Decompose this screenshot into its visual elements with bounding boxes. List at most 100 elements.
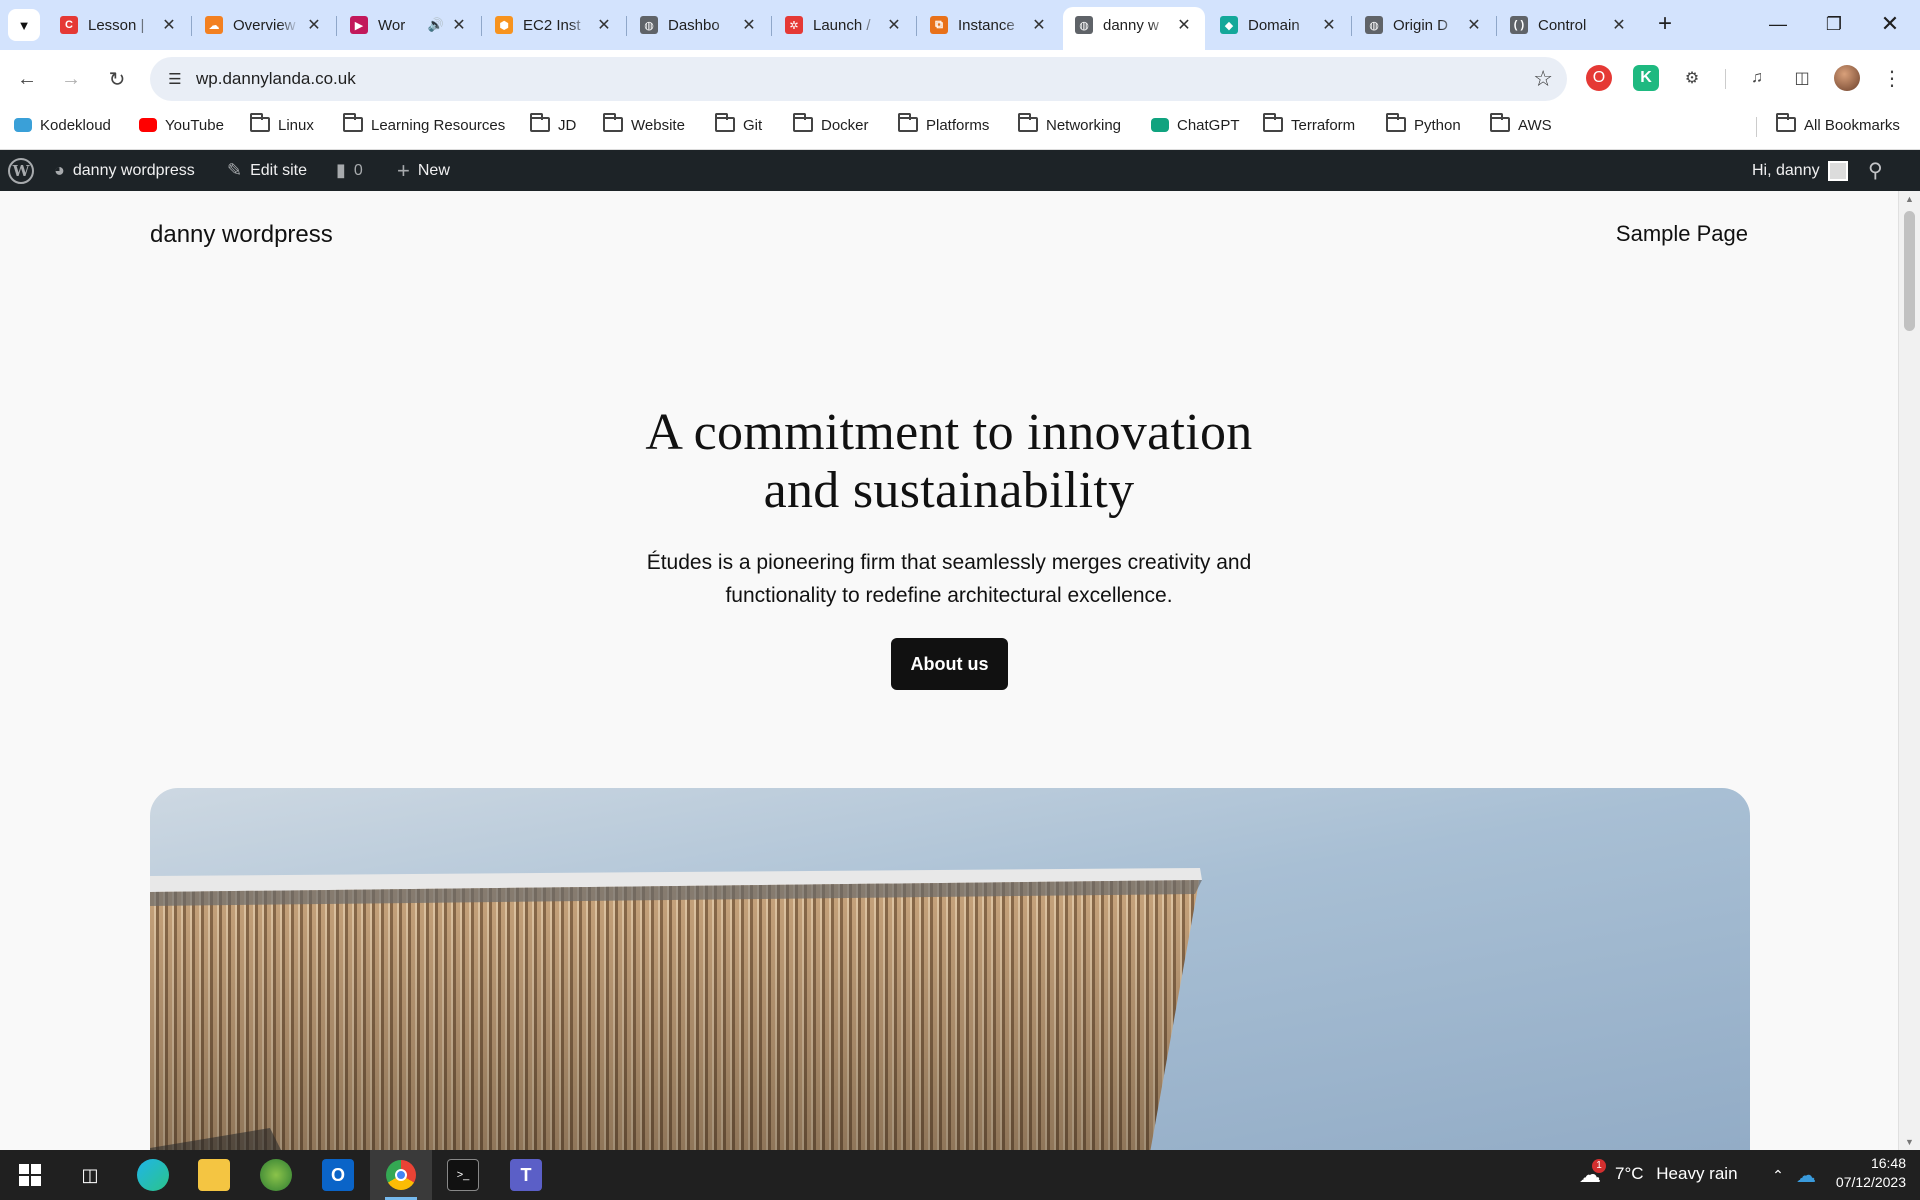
weather-temperature[interactable]: 7°C Heavy rain bbox=[1615, 1164, 1738, 1184]
close-tab-icon[interactable]: ✕ bbox=[450, 16, 468, 34]
folder-icon bbox=[898, 113, 918, 133]
bookmark-youtube[interactable]: YouTube bbox=[139, 108, 224, 142]
bookmark-star-icon[interactable]: ☆ bbox=[1533, 66, 1553, 92]
about-us-button[interactable]: About us bbox=[891, 638, 1008, 690]
kodekloud-extension-icon[interactable]: K bbox=[1633, 65, 1659, 91]
bookmark-learning-resources[interactable]: Learning Resources bbox=[343, 108, 505, 142]
close-tab-icon[interactable]: ✕ bbox=[1610, 16, 1628, 34]
bookmark-git[interactable]: Git bbox=[715, 108, 762, 142]
scroll-down-icon[interactable]: ▼ bbox=[1904, 1137, 1915, 1147]
browser-tab[interactable]: ◍ Origin D ✕ bbox=[1353, 7, 1495, 43]
tab-title: Lesson | bbox=[88, 16, 145, 34]
opera-extension-icon[interactable]: O bbox=[1586, 65, 1612, 91]
browser-menu-icon[interactable]: ⋮ bbox=[1879, 65, 1905, 91]
close-tab-icon[interactable]: ✕ bbox=[1030, 16, 1048, 34]
wp-logo-menu[interactable]: W bbox=[8, 150, 34, 191]
bookmark-aws[interactable]: AWS bbox=[1490, 108, 1552, 142]
browser-tab[interactable]: ◍ Dashbo ✕ bbox=[628, 7, 770, 43]
bookmark-chatgpt[interactable]: ChatGPT bbox=[1151, 108, 1240, 142]
close-tab-icon[interactable]: ✕ bbox=[885, 16, 903, 34]
browser-tab[interactable]: ✲ Launch / ✕ bbox=[773, 7, 915, 43]
file-explorer-icon[interactable] bbox=[198, 1159, 230, 1191]
bookmark-platforms[interactable]: Platforms bbox=[898, 108, 989, 142]
site-settings-icon[interactable]: ☰ bbox=[164, 68, 186, 90]
network-app-icon[interactable] bbox=[260, 1159, 292, 1191]
browser-tab[interactable]: C Lesson | ✕ bbox=[48, 7, 190, 43]
reload-button[interactable]: ↻ bbox=[101, 63, 133, 95]
hero-description-line-2: functionality to redefine architectural … bbox=[725, 584, 1173, 607]
bookmark-python[interactable]: Python bbox=[1386, 108, 1461, 142]
profile-avatar[interactable] bbox=[1834, 65, 1860, 91]
scroll-up-icon[interactable]: ▲ bbox=[1904, 194, 1915, 204]
my-account-menu[interactable]: Hi, danny bbox=[1752, 150, 1848, 191]
globe-icon: ◍ bbox=[640, 16, 658, 34]
back-button[interactable]: ← bbox=[11, 63, 43, 95]
browser-tab[interactable]: ( ) Control ✕ bbox=[1498, 7, 1640, 43]
chrome-taskbar-button[interactable] bbox=[370, 1150, 432, 1200]
edge-browser-icon[interactable] bbox=[137, 1159, 169, 1191]
bookmark-docker[interactable]: Docker bbox=[793, 108, 869, 142]
windows-start-icon[interactable] bbox=[14, 1159, 46, 1191]
folder-icon bbox=[1776, 113, 1796, 133]
bookmark-networking[interactable]: Networking bbox=[1018, 108, 1121, 142]
browser-tab[interactable]: ⧉ Instance ✕ bbox=[918, 7, 1060, 43]
clock[interactable]: 16:48 07/12/2023 bbox=[1830, 1155, 1906, 1190]
plus-icon: + bbox=[1657, 10, 1672, 37]
windows-taskbar: ◫ O >_ T ☁ 1 7°C Heavy rain ⌃ ☁ 16:48 07… bbox=[0, 1150, 1920, 1200]
terminal-icon[interactable]: >_ bbox=[447, 1159, 479, 1191]
tab-separator bbox=[481, 16, 482, 36]
tab-search-button[interactable]: ▼ bbox=[8, 9, 40, 41]
admin-site-name[interactable]: ◕ danny wordpress bbox=[54, 150, 195, 191]
bookmark-website[interactable]: Website bbox=[603, 108, 685, 142]
address-bar[interactable]: ☰ wp.dannylanda.co.uk ☆ bbox=[150, 57, 1567, 101]
close-tab-icon[interactable]: ✕ bbox=[740, 16, 758, 34]
new-content-menu[interactable]: + New bbox=[397, 150, 450, 191]
scroll-thumb[interactable] bbox=[1904, 211, 1915, 331]
browser-tab[interactable]: ▶ Wor 🔊 ✕ bbox=[338, 7, 480, 43]
outlook-icon[interactable]: O bbox=[322, 1159, 354, 1191]
close-tab-icon[interactable]: ✕ bbox=[1175, 16, 1193, 34]
tab-audio-icon[interactable]: 🔊 bbox=[428, 17, 444, 33]
onedrive-icon[interactable]: ☁ bbox=[1790, 1159, 1822, 1191]
domain-icon: ◆ bbox=[1220, 16, 1238, 34]
control-icon: ( ) bbox=[1510, 16, 1528, 34]
browser-tab[interactable]: ◍ danny w ✕ bbox=[1063, 7, 1205, 50]
bookmark-terraform[interactable]: Terraform bbox=[1263, 108, 1355, 142]
comments-link[interactable]: ▮ 0 bbox=[336, 150, 363, 191]
bookmark-jd[interactable]: JD bbox=[530, 108, 576, 142]
bookmark-label: Linux bbox=[278, 116, 314, 134]
bookmark-kodekloud[interactable]: Kodekloud bbox=[14, 108, 111, 142]
teams-icon[interactable]: T bbox=[510, 1159, 542, 1191]
bookmark-label: Learning Resources bbox=[371, 116, 506, 134]
url-text[interactable]: wp.dannylanda.co.uk bbox=[196, 57, 356, 101]
close-tab-icon[interactable]: ✕ bbox=[1320, 16, 1338, 34]
tab-separator bbox=[916, 16, 917, 36]
bookmark-linux[interactable]: Linux bbox=[250, 108, 314, 142]
folder-icon bbox=[250, 113, 270, 133]
task-view-icon[interactable]: ◫ bbox=[74, 1159, 106, 1191]
close-tab-icon[interactable]: ✕ bbox=[595, 16, 613, 34]
close-tab-icon[interactable]: ✕ bbox=[305, 16, 323, 34]
all-bookmarks-button[interactable]: All Bookmarks bbox=[1776, 108, 1900, 142]
browser-tab[interactable]: ☁ Overview ✕ bbox=[193, 7, 335, 43]
media-control-icon[interactable]: ♫ bbox=[1744, 65, 1770, 91]
arrow-right-icon: → bbox=[61, 67, 81, 90]
restore-button[interactable]: ❐ bbox=[1806, 0, 1862, 48]
forward-button[interactable]: → bbox=[55, 63, 87, 95]
close-tab-icon[interactable]: ✕ bbox=[1465, 16, 1483, 34]
close-tab-icon[interactable]: ✕ bbox=[160, 16, 178, 34]
bookmark-label: ChatGPT bbox=[1177, 116, 1240, 134]
close-window-button[interactable]: ✕ bbox=[1862, 0, 1918, 48]
browser-tab[interactable]: ◆ Domain ✕ bbox=[1208, 7, 1350, 43]
comments-count: 0 bbox=[353, 161, 363, 179]
admin-search-button[interactable]: ⚲ bbox=[1868, 150, 1891, 191]
site-title[interactable]: danny wordpress bbox=[150, 221, 333, 249]
new-tab-button[interactable]: + bbox=[1650, 9, 1680, 39]
extensions-puzzle-icon[interactable]: ⚙ bbox=[1679, 65, 1705, 91]
nav-sample-page[interactable]: Sample Page bbox=[1616, 221, 1748, 247]
page-scrollbar[interactable]: ▲ ▼ bbox=[1898, 191, 1920, 1150]
minimize-button[interactable]: — bbox=[1750, 0, 1806, 48]
side-panel-icon[interactable]: ◫ bbox=[1789, 65, 1815, 91]
browser-tab[interactable]: ⬢ EC2 Inst ✕ bbox=[483, 7, 625, 43]
edit-site-link[interactable]: ✎ Edit site bbox=[227, 150, 307, 191]
